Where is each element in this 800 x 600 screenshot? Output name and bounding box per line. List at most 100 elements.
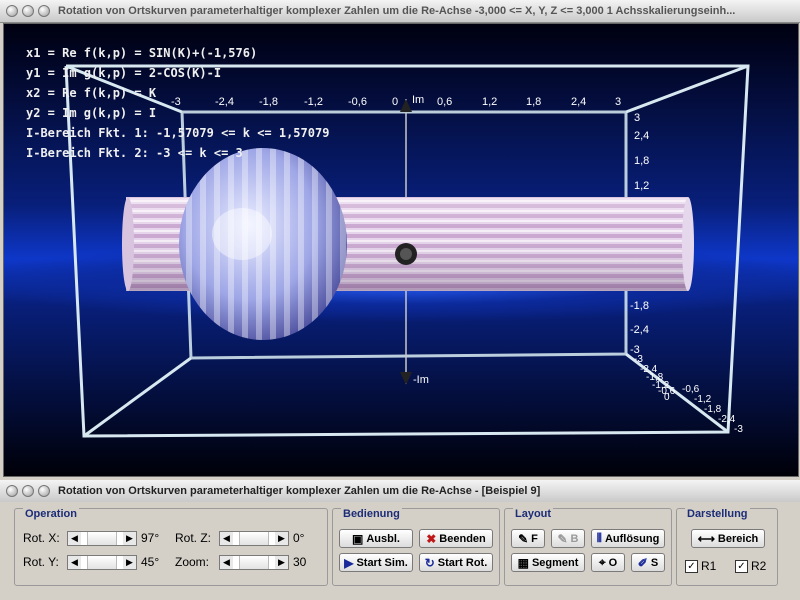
aufloesung-button[interactable]: ⦀ Auflösung — [591, 529, 665, 548]
right-tick-label: -2,4 — [630, 324, 649, 336]
cylinder-left-cap — [122, 197, 134, 291]
formula-y2: y2 = Im g(k,p) = I — [26, 106, 157, 120]
top-tick-label: 1,8 — [526, 96, 542, 108]
crosshair-icon: ⌖ — [598, 555, 606, 569]
start-rot-label: Start Rot. — [437, 556, 488, 569]
s-button[interactable]: ✐ S — [631, 553, 665, 572]
top-tick-label: -1,2 — [304, 96, 323, 108]
top-tick-label: -2,4 — [215, 96, 234, 108]
rot-x-label: Rot. X: — [23, 531, 60, 545]
neg-im-axis-label: -Im — [413, 374, 429, 386]
play-icon: ▶ — [344, 555, 354, 570]
zoom-scrollbar[interactable]: ◀ ▶ — [219, 555, 289, 570]
rot-y-scrollbar[interactable]: ◀ ▶ — [67, 555, 137, 570]
bereich-button[interactable]: ⟷ Bereich — [691, 529, 765, 548]
top-tick-label: 0 — [392, 96, 399, 108]
top-tick-label: 1,2 — [482, 96, 498, 108]
maximize-icon[interactable] — [38, 5, 50, 17]
ausbl-button[interactable]: ▣ Ausbl. — [339, 529, 413, 548]
beenden-button[interactable]: ✖ Beenden — [419, 529, 493, 548]
start-rot-button[interactable]: ↻ Start Rot. — [419, 553, 493, 572]
depth-tick-label: -2,4 — [718, 414, 736, 425]
b-label: B — [570, 532, 579, 545]
rot-x-scrollbar[interactable]: ◀ ▶ — [67, 531, 137, 546]
hide-icon: ▣ — [352, 531, 364, 546]
rotate-icon: ↻ — [424, 555, 435, 570]
close-icon[interactable] — [6, 5, 18, 17]
scroll-right-icon[interactable]: ▶ — [123, 556, 136, 569]
scroll-left-icon[interactable]: ◀ — [220, 532, 233, 545]
depth-tick-label: -3 — [734, 424, 743, 435]
scroll-left-icon[interactable]: ◀ — [68, 532, 81, 545]
im-axis-label: Im — [412, 94, 425, 106]
scroll-left-icon[interactable]: ◀ — [68, 556, 81, 569]
layout-title: Layout — [513, 508, 554, 520]
scroll-left-icon[interactable]: ◀ — [220, 556, 233, 569]
sub-window-titlebar[interactable]: Rotation von Ortskurven parameterhaltige… — [0, 480, 800, 503]
bucket-icon: ✎ — [557, 531, 568, 546]
right-tick-label: 1,8 — [634, 155, 650, 167]
scroll-right-icon[interactable]: ▶ — [275, 556, 288, 569]
check-icon[interactable]: ✓ — [735, 559, 748, 573]
segment-label: Segment — [531, 556, 579, 569]
sub-window-controls[interactable] — [2, 485, 50, 497]
minimize-icon[interactable] — [22, 485, 34, 497]
formula-x2: x2 = Re f(k,p) = K — [26, 86, 157, 100]
minimize-icon[interactable] — [22, 5, 34, 17]
check-icon[interactable]: ✓ — [685, 559, 698, 573]
brush-icon: ✎ — [518, 531, 529, 546]
right-tick-label: 1,2 — [634, 180, 650, 192]
right-tick-label: 3 — [634, 112, 641, 124]
r2-checkbox[interactable]: ✓ R2 — [735, 559, 766, 573]
main-window-titlebar[interactable]: Rotation von Ortskurven parameterhaltige… — [0, 0, 800, 23]
table-icon: ▦ — [517, 555, 529, 570]
top-tick-label: -1,8 — [259, 96, 278, 108]
top-tick-label: -0,6 — [348, 96, 367, 108]
maximize-icon[interactable] — [38, 485, 50, 497]
grid-lines-icon: ⦀ — [596, 531, 602, 545]
top-tick-label: 0,6 — [437, 96, 453, 108]
sphere-highlight — [212, 208, 272, 260]
darstellung-group: Darstellung ⟷ Bereich ✓ R1 ✓ R2 — [676, 508, 778, 586]
range-fkt2: I-Bereich Fkt. 2: -3 <= k <= 3 — [26, 146, 243, 160]
s-label: S — [650, 556, 659, 569]
top-tick-label: -3 — [171, 96, 181, 108]
window-controls[interactable] — [2, 5, 50, 17]
scroll-thumb[interactable] — [239, 532, 269, 545]
scroll-thumb[interactable] — [87, 556, 117, 569]
3d-viewport[interactable]: x1 = Re f(k,p) = SIN(K)+(-1,576) y1 = Im… — [3, 23, 799, 477]
segment-button[interactable]: ▦ Segment — [511, 553, 585, 572]
r1-label: R1 — [701, 559, 717, 573]
scroll-right-icon[interactable]: ▶ — [123, 532, 136, 545]
range-icon: ⟷ — [697, 531, 715, 546]
scroll-thumb[interactable] — [239, 556, 269, 569]
f-button[interactable]: ✎ F — [511, 529, 545, 548]
close-icon[interactable] — [6, 485, 18, 497]
rot-z-label: Rot. Z: — [175, 531, 212, 545]
paint-icon: ✐ — [637, 555, 648, 570]
rot-z-scrollbar[interactable]: ◀ ▶ — [219, 531, 289, 546]
top-tick-label: 2,4 — [571, 96, 587, 108]
scroll-right-icon[interactable]: ▶ — [275, 532, 288, 545]
zoom-label: Zoom: — [175, 555, 210, 569]
r1-checkbox[interactable]: ✓ R1 — [685, 559, 716, 573]
right-tick-label: -1,8 — [630, 300, 649, 312]
scroll-thumb[interactable] — [87, 532, 117, 545]
formula-x1: x1 = Re f(k,p) = SIN(K)+(-1,576) — [26, 46, 258, 60]
beenden-label: Beenden — [439, 532, 486, 545]
rot-y-value: 45° — [141, 555, 160, 569]
r2-label: R2 — [751, 559, 767, 573]
rot-x-value: 97° — [141, 531, 160, 545]
formula-y1: y1 = Im g(k,p) = 2-COS(K)-I — [26, 66, 222, 80]
b-button[interactable]: ✎ B — [551, 529, 585, 548]
right-tick-label: 2,4 — [634, 130, 650, 142]
layout-group: Layout ✎ F ✎ B ⦀ Auflösung ▦ Segment ⌖ O… — [504, 508, 672, 586]
operation-group: Operation Rot. X: ◀ ▶ 97° Rot. Y: ◀ ▶ 45… — [14, 508, 328, 586]
darstellung-title: Darstellung — [685, 508, 750, 520]
control-panel: Operation Rot. X: ◀ ▶ 97° Rot. Y: ◀ ▶ 45… — [0, 502, 800, 600]
sub-window-title: Rotation von Ortskurven parameterhaltige… — [58, 485, 541, 497]
o-button[interactable]: ⌖ O — [591, 553, 625, 572]
cylinder-right-cap — [682, 197, 694, 291]
bereich-label: Bereich — [717, 532, 759, 545]
start-sim-button[interactable]: ▶ Start Sim. — [339, 553, 413, 572]
